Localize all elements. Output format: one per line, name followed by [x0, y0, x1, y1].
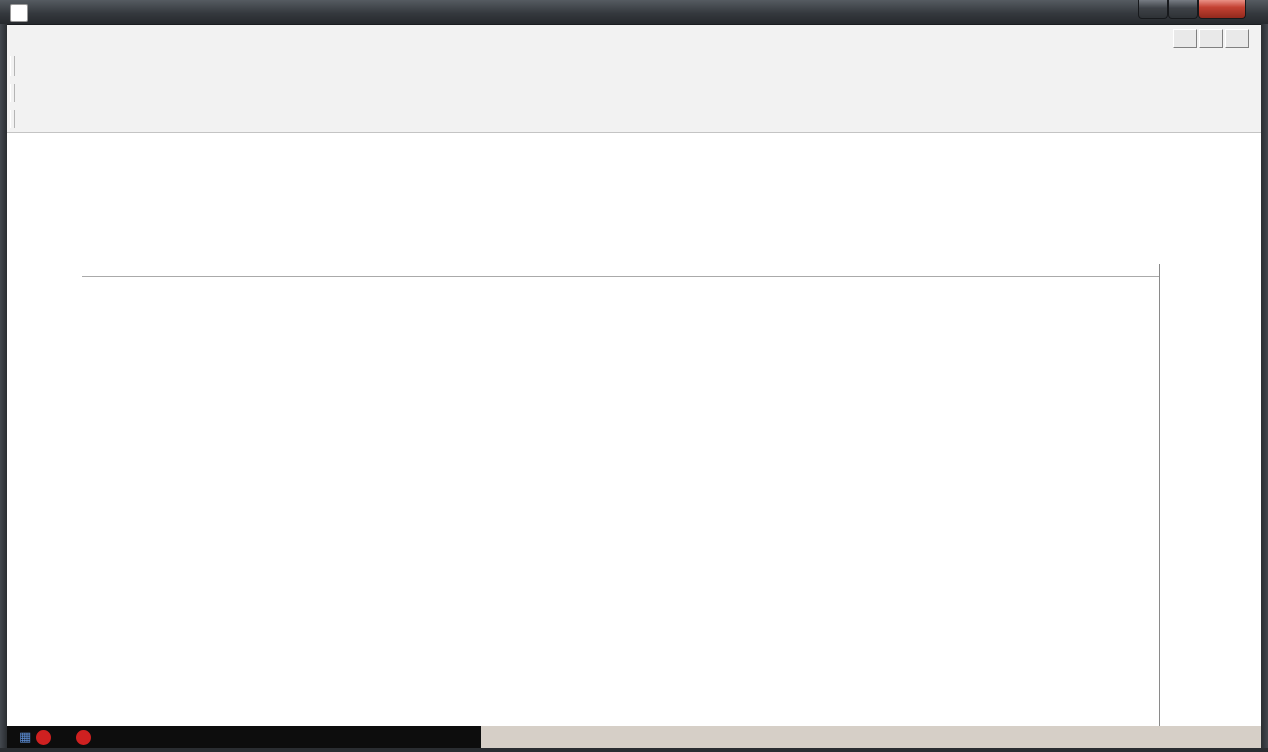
title-bar	[0, 0, 1268, 25]
child-minimize-button[interactable]	[1173, 29, 1197, 48]
chart-region	[7, 132, 1261, 726]
shenzhen-badge-icon	[76, 730, 91, 745]
news-ticker	[481, 726, 1261, 748]
app-window: ▦	[0, 0, 1268, 752]
close-button[interactable]	[1198, 0, 1246, 19]
maximize-button[interactable]	[1168, 0, 1198, 19]
market-grid-icon[interactable]: ▦	[19, 729, 31, 745]
plot-right-border	[1159, 264, 1160, 752]
date-axis-line	[82, 276, 1159, 277]
window-border-right	[1261, 24, 1268, 752]
child-restore-button[interactable]	[1199, 29, 1223, 48]
minimize-button[interactable]	[1138, 0, 1168, 19]
menu-bar	[7, 24, 1261, 53]
window-border-left	[0, 24, 7, 752]
shanghai-badge-icon	[36, 730, 51, 745]
window-border-bottom	[0, 748, 1268, 752]
status-bar: ▦	[7, 726, 1261, 748]
toolbar-drawing	[7, 106, 1261, 133]
index-quotes: ▦	[7, 726, 481, 748]
toolbar-navigation	[7, 80, 1261, 106]
child-window-controls	[1173, 29, 1249, 48]
child-close-button[interactable]	[1225, 29, 1249, 48]
toolbar-features	[7, 52, 1261, 81]
main-chart-canvas[interactable]	[82, 277, 1159, 752]
app-logo-icon	[10, 4, 28, 22]
